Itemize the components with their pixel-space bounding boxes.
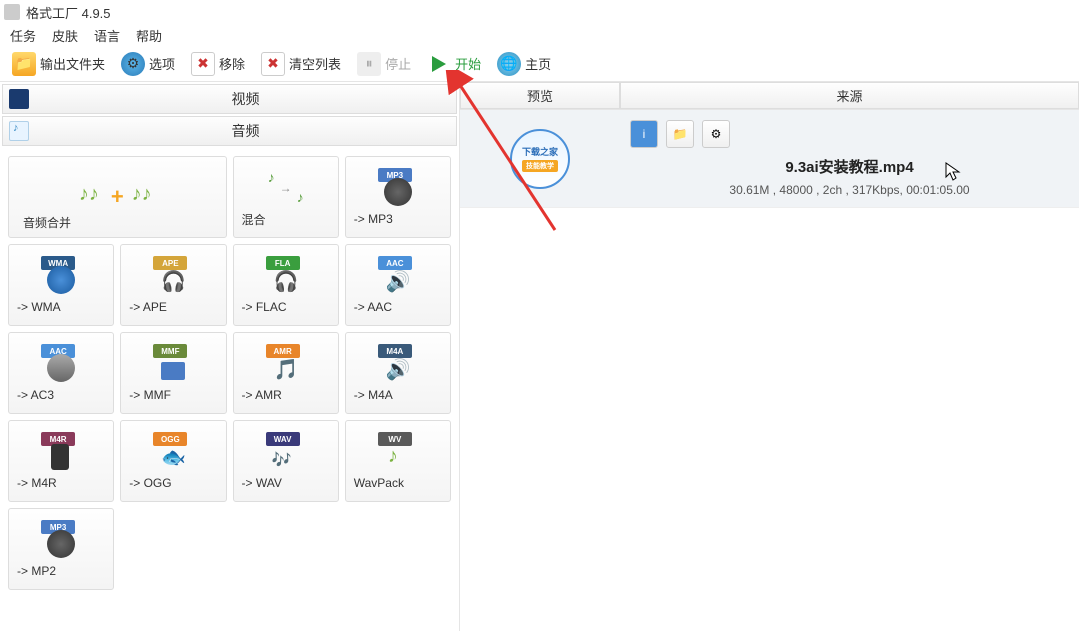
- stop-button[interactable]: ⏸ 停止: [351, 50, 417, 78]
- menu-help[interactable]: 帮助: [136, 26, 162, 45]
- remove-icon: ✖: [191, 52, 215, 76]
- format-mmf[interactable]: MMF -> MMF: [120, 332, 226, 414]
- header-source[interactable]: 来源: [620, 82, 1079, 109]
- file-preview-cell: 下载之家 技能教学: [460, 110, 620, 207]
- folder-icon: 📁: [673, 127, 688, 141]
- remove-button[interactable]: ✖ 移除: [185, 50, 251, 78]
- format-wavpack[interactable]: WV♪ WavPack: [345, 420, 451, 502]
- preview-thumbnail: 下载之家 技能教学: [510, 129, 570, 189]
- clear-icon: ✖: [261, 52, 285, 76]
- file-name: 9.3ai安装教程.mp4: [630, 156, 1069, 177]
- format-m4a[interactable]: M4A🔊 -> M4A: [345, 332, 451, 414]
- titlebar: 格式工厂 4.9.5: [0, 0, 1079, 24]
- file-folder-button[interactable]: 📁: [666, 120, 694, 148]
- format-audio-merge[interactable]: ♪♪ + ♪♪ 音频合并: [8, 156, 227, 238]
- gear-icon: ⚙: [121, 52, 145, 76]
- menu-task[interactable]: 任务: [10, 26, 36, 45]
- stop-icon: ⏸: [357, 52, 381, 76]
- format-wma[interactable]: WMA -> WMA: [8, 244, 114, 326]
- right-headers: 预览 来源: [460, 82, 1079, 110]
- audio-icon: [9, 121, 29, 141]
- format-ogg[interactable]: OGG🐟 -> OGG: [120, 420, 226, 502]
- main-area: 视频 音频 ♪♪ + ♪♪ 音频合并 ♪♪→ 混合 MP3 -> MP3: [0, 82, 1079, 631]
- category-audio[interactable]: 音频: [2, 116, 457, 146]
- format-m4r[interactable]: M4R -> M4R: [8, 420, 114, 502]
- menu-skin[interactable]: 皮肤: [52, 26, 78, 45]
- video-icon: [9, 89, 29, 109]
- file-info-button[interactable]: i: [630, 120, 658, 148]
- format-wav[interactable]: WAV🎶 -> WAV: [233, 420, 339, 502]
- output-folder-button[interactable]: 📁 输出文件夹: [6, 50, 111, 78]
- options-button[interactable]: ⚙ 选项: [115, 50, 181, 78]
- file-actions: i 📁 ⚙: [630, 120, 1069, 148]
- format-mp3[interactable]: MP3 -> MP3: [345, 156, 451, 238]
- format-grid: ♪♪ + ♪♪ 音频合并 ♪♪→ 混合 MP3 -> MP3 WMA -> WM…: [0, 148, 459, 598]
- format-aac[interactable]: AAC🔊 -> AAC: [345, 244, 451, 326]
- clear-list-button[interactable]: ✖ 清空列表: [255, 50, 347, 78]
- format-amr[interactable]: AMR🎵 -> AMR: [233, 332, 339, 414]
- menubar: 任务 皮肤 语言 帮助: [0, 24, 1079, 46]
- app-icon: [4, 4, 20, 20]
- right-panel: 预览 来源 下载之家 技能教学 i 📁 ⚙ 9.3ai安装教程.mp4 30.6…: [460, 82, 1079, 631]
- category-video[interactable]: 视频: [2, 84, 457, 114]
- window-title: 格式工厂 4.9.5: [26, 3, 111, 22]
- format-mp2[interactable]: MP3 -> MP2: [8, 508, 114, 590]
- header-preview[interactable]: 预览: [460, 82, 620, 109]
- file-row[interactable]: 下载之家 技能教学 i 📁 ⚙ 9.3ai安装教程.mp4 30.61M , 4…: [460, 110, 1079, 208]
- format-ape[interactable]: APE🎧 -> APE: [120, 244, 226, 326]
- file-info: 30.61M , 48000 , 2ch , 317Kbps, 00:01:05…: [630, 183, 1069, 197]
- format-ac3[interactable]: AAC -> AC3: [8, 332, 114, 414]
- file-detail-cell: i 📁 ⚙ 9.3ai安装教程.mp4 30.61M , 48000 , 2ch…: [620, 110, 1079, 207]
- toolbar: 📁 输出文件夹 ⚙ 选项 ✖ 移除 ✖ 清空列表 ⏸ 停止 开始 🌐 主页: [0, 46, 1079, 82]
- format-flac[interactable]: FLA🎧 -> FLAC: [233, 244, 339, 326]
- home-button[interactable]: 🌐 主页: [491, 50, 557, 78]
- format-mix[interactable]: ♪♪→ 混合: [233, 156, 339, 238]
- folder-icon: 📁: [12, 52, 36, 76]
- globe-icon: 🌐: [497, 52, 521, 76]
- gear-icon: ⚙: [711, 127, 722, 141]
- file-settings-button[interactable]: ⚙: [702, 120, 730, 148]
- start-button[interactable]: 开始: [421, 50, 487, 78]
- menu-lang[interactable]: 语言: [94, 26, 120, 45]
- left-panel: 视频 音频 ♪♪ + ♪♪ 音频合并 ♪♪→ 混合 MP3 -> MP3: [0, 82, 460, 631]
- play-icon: [427, 52, 451, 76]
